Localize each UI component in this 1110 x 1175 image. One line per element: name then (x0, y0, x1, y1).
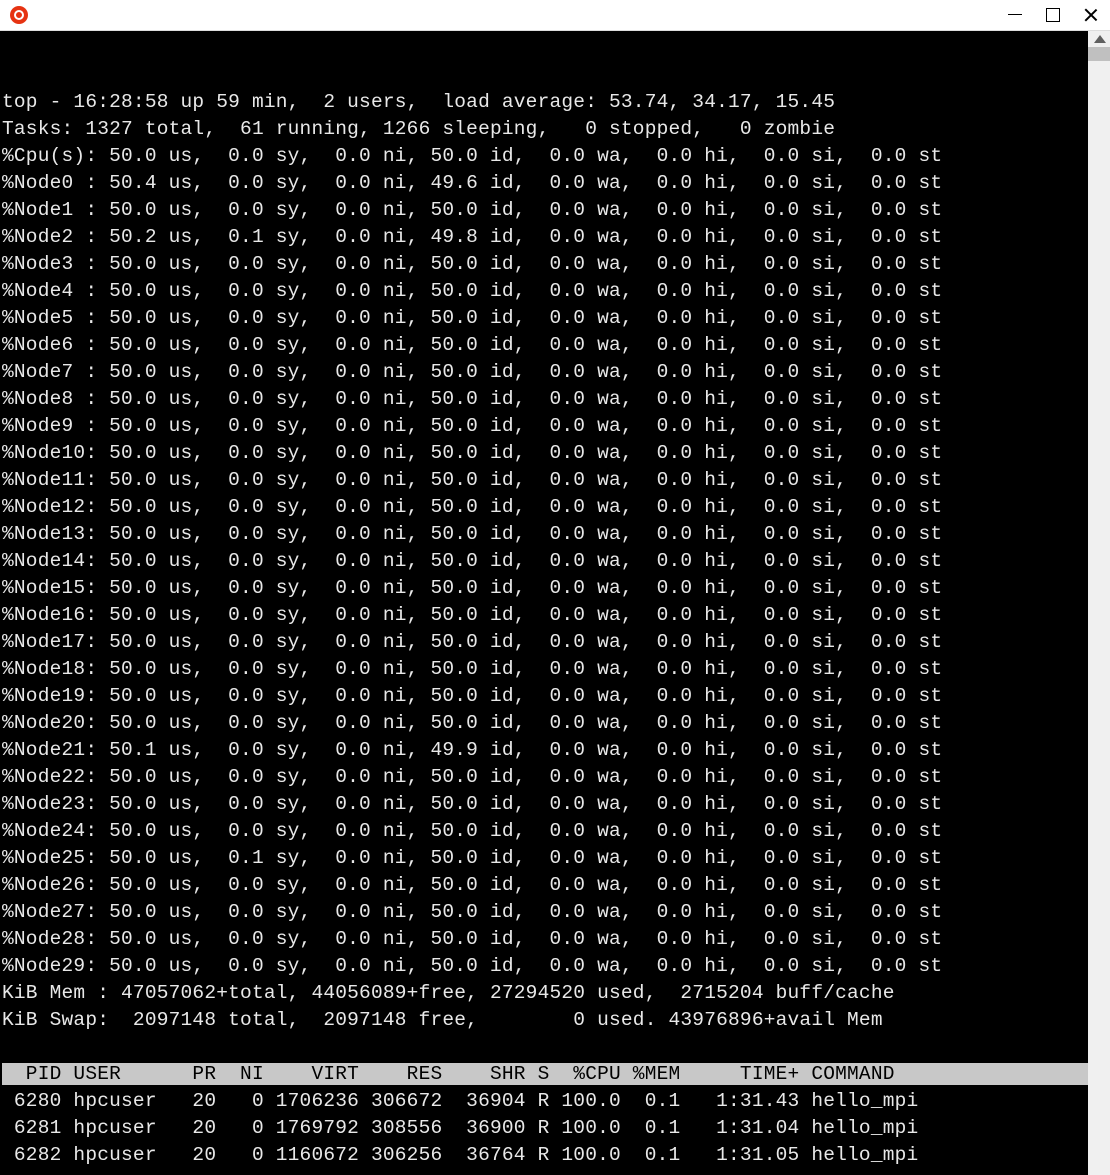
mem-line2: KiB Swap: 2097148 total, 2097148 free, 0… (2, 1009, 883, 1031)
scroll-thumb[interactable] (1088, 47, 1110, 61)
scroll-up-icon[interactable] (1094, 35, 1106, 43)
process-table: 6280 hpcuser 20 0 1706236 306672 36904 R… (2, 1090, 918, 1166)
cpu-summary: %Cpu(s): 50.0 us, 0.0 sy, 0.0 ni, 50.0 i… (2, 145, 942, 167)
mem-line1: KiB Mem : 47057062+total, 44056089+free,… (2, 982, 895, 1004)
top-summary-line1: top - 16:28:58 up 59 min, 2 users, load … (2, 91, 835, 113)
maximize-icon[interactable] (1046, 8, 1060, 22)
terminal[interactable]: top - 16:28:58 up 59 min, 2 users, load … (0, 31, 1110, 1175)
titlebar (0, 0, 1110, 31)
window-controls (1008, 8, 1098, 22)
node-cpu-block: %Node0 : 50.4 us, 0.0 sy, 0.0 ni, 49.6 i… (2, 172, 942, 977)
scrollbar[interactable] (1088, 31, 1110, 1175)
close-icon[interactable] (1084, 8, 1098, 22)
process-header: PID USER PR NI VIRT RES SHR S %CPU %MEM … (2, 1063, 1110, 1085)
top-summary-line2: Tasks: 1327 total, 61 running, 1266 slee… (2, 118, 835, 140)
minimize-icon[interactable] (1008, 8, 1022, 22)
app-icon (10, 6, 28, 24)
